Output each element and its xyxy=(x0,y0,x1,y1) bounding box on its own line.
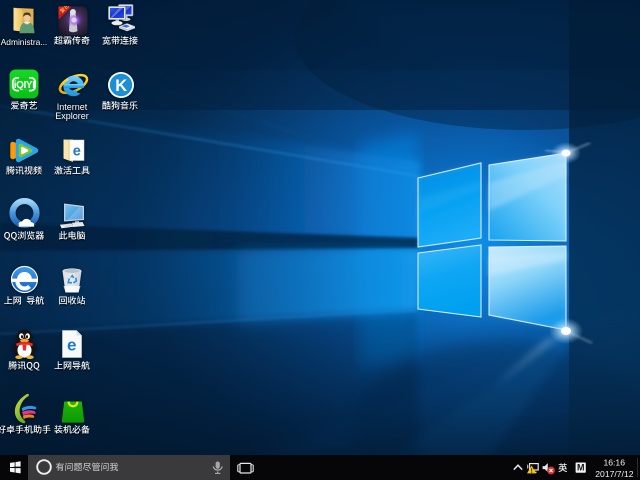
svg-text:iQIYI: iQIYI xyxy=(14,80,35,91)
svg-text:16:16: 16:16 xyxy=(603,458,625,468)
svg-text:e: e xyxy=(67,335,76,354)
svg-text:e: e xyxy=(73,143,81,159)
svg-text:2017/7/12: 2017/7/12 xyxy=(595,469,633,479)
svg-text:K: K xyxy=(115,77,127,95)
svg-text:M: M xyxy=(577,463,585,473)
